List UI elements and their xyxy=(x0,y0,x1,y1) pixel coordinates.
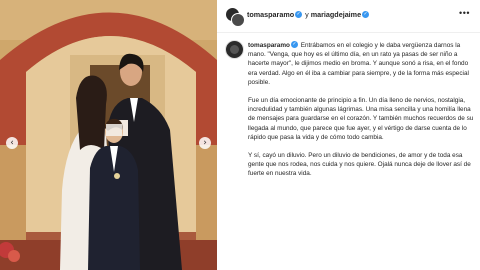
post-detail-panel: tomasparamo ✓ y mariagdejaime ✓ ••• tomasp… xyxy=(217,0,480,270)
authors-conjunction: y xyxy=(305,10,309,19)
more-icon[interactable]: ••• xyxy=(459,8,470,18)
avatar[interactable] xyxy=(225,40,244,59)
caption-text: tomasparamo ✓ Entrábamos en el colegio y … xyxy=(248,41,474,188)
author-link[interactable]: tomasparamo xyxy=(247,10,294,19)
verified-badge-icon: ✓ xyxy=(295,11,303,19)
family-photo-illustration xyxy=(0,0,217,270)
avatar xyxy=(231,13,245,27)
chevron-left-icon[interactable]: ‹ xyxy=(6,137,18,149)
chevron-right-icon[interactable]: › xyxy=(199,137,211,149)
collab-avatars[interactable] xyxy=(225,7,245,27)
author-link[interactable]: mariagdejaime xyxy=(311,10,361,19)
caption-username[interactable]: tomasparamo xyxy=(248,42,290,49)
caption-paragraph: Y sí, cayó un diluvio. Pero un diluvio d… xyxy=(248,152,471,178)
caption-paragraph: Fue un día emocionante de principio a fi… xyxy=(248,97,474,141)
post-authors: tomasparamo ✓ y mariagdejaime ✓ xyxy=(247,10,370,19)
caption-paragraph: tomasparamo ✓ Entrábamos en el colegio y … xyxy=(248,41,474,87)
verified-badge-icon: ✓ xyxy=(362,11,370,19)
post-photo[interactable]: ‹ › xyxy=(0,0,217,270)
verified-badge-icon: ✓ xyxy=(290,41,298,49)
post-header: tomasparamo ✓ y mariagdejaime ✓ ••• xyxy=(217,0,480,33)
